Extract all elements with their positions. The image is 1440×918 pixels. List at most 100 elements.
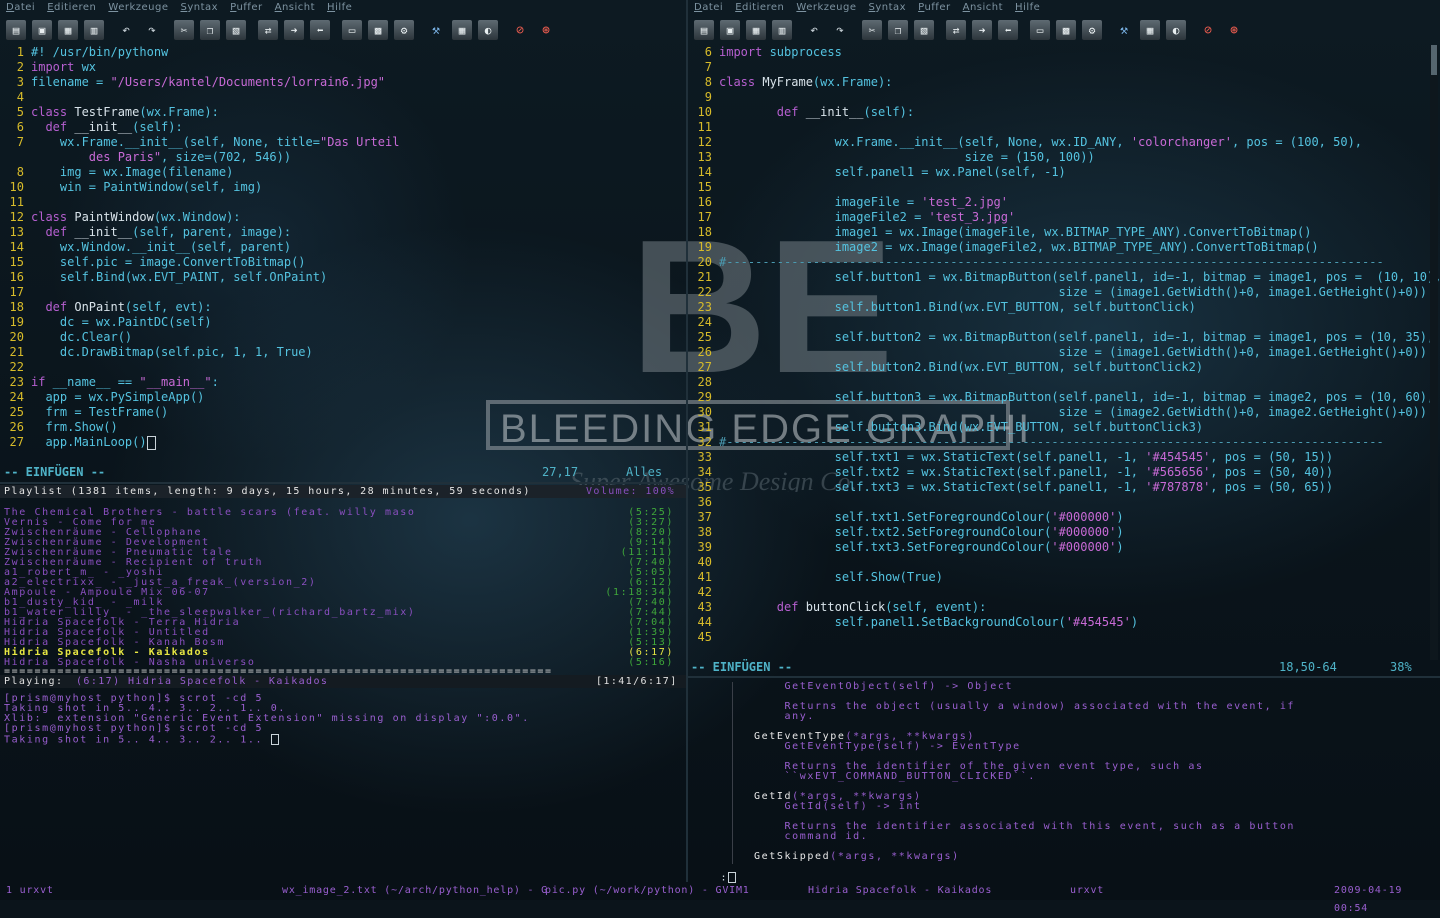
window-title-right[interactable]: urxvt: [1070, 882, 1104, 900]
right-menu-syntax[interactable]: Syntax: [868, 2, 906, 13]
right-save-session-icon[interactable]: ▩: [1056, 20, 1076, 40]
right-code-line: 18 image1 = wx.Image(imageFile, wx.BITMA…: [688, 225, 1428, 240]
right-menu-werkzeuge[interactable]: Werkzeuge: [796, 2, 856, 13]
line-number: 17: [697, 210, 712, 224]
right-scrollbar[interactable]: [1430, 45, 1438, 660]
right-load-session-icon[interactable]: ▭: [1030, 20, 1050, 40]
left-redo-icon[interactable]: ↷: [142, 20, 162, 40]
left-toolbar: ▤ ▣ ▦ ▥ ↶ ↷ ✂ ❐ ▧ ⇄ ➜ ⬅ ▭ ▩ ⚙ ⚒ ▦ ◐ ⊘ ⊛: [6, 17, 562, 43]
left-code-area[interactable]: 1 #! /usr/bin/pythonw 2 import wx 3 filename …: [0, 45, 680, 450]
right-copy-icon[interactable]: ❐: [888, 20, 908, 40]
right-save-icon[interactable]: ▣: [720, 20, 740, 40]
line-number: 15: [697, 180, 712, 194]
line-number: 19: [9, 315, 24, 329]
left-menu-werkzeuge[interactable]: Werkzeuge: [108, 2, 168, 13]
left-menu-puffer[interactable]: Puffer: [230, 2, 263, 13]
right-menu-hilfe[interactable]: Hilfe: [1015, 2, 1040, 13]
right-make-icon[interactable]: ⚒: [1114, 20, 1134, 40]
left-code-line: 12 class PaintWindow(wx.Window):: [0, 210, 680, 225]
left-paste-icon[interactable]: ▧: [226, 20, 246, 40]
left-run-script-icon[interactable]: ⚙: [394, 20, 414, 40]
left-copy-icon[interactable]: ❐: [200, 20, 220, 40]
line-number: 44: [697, 615, 712, 629]
line-number: 3: [16, 75, 24, 89]
left-code-line: 23 if __name__ == "__main__":: [0, 375, 680, 390]
line-number: 20: [9, 330, 24, 344]
line-number: 21: [697, 270, 712, 284]
left-save-icon[interactable]: ▣: [32, 20, 52, 40]
right-forward-icon[interactable]: ➜: [972, 20, 992, 40]
right-ctags-icon[interactable]: ▦: [1140, 20, 1160, 40]
line-number: 28: [697, 375, 712, 389]
help-pager-pane[interactable]: GetEventObject(self) -> Object Returns t…: [688, 678, 1440, 883]
left-load-session-icon[interactable]: ▭: [342, 20, 362, 40]
line-number: 40: [697, 555, 712, 569]
line-number: 18: [9, 300, 24, 314]
right-back-icon[interactable]: ⬅: [998, 20, 1018, 40]
left-back-icon[interactable]: ⬅: [310, 20, 330, 40]
right-menu-editieren[interactable]: Editieren: [735, 2, 784, 13]
left-code-line: 20 dc.Clear(): [0, 330, 680, 345]
line-number: 26: [9, 420, 24, 434]
music-player-pane: Playlist (1381 items, length: 9 days, 15…: [0, 484, 686, 690]
right-redo-icon[interactable]: ↷: [830, 20, 850, 40]
right-code-line: 27 self.button2.Bind(wx.EVT_BUTTON, self…: [688, 360, 1428, 375]
right-cut-icon[interactable]: ✂: [862, 20, 882, 40]
left-menu-ansicht[interactable]: Ansicht: [275, 2, 315, 13]
left-cut-icon[interactable]: ✂: [174, 20, 194, 40]
line-number: 27: [9, 435, 24, 449]
right-save-all-icon[interactable]: ▦: [746, 20, 766, 40]
left-menu-hilfe[interactable]: Hilfe: [327, 2, 352, 13]
right-code-line: 15: [688, 180, 1428, 195]
line-number: 29: [697, 390, 712, 404]
left-save-all-icon[interactable]: ▦: [58, 20, 78, 40]
right-menu-ansicht[interactable]: Ansicht: [963, 2, 1003, 13]
line-number: 24: [697, 315, 712, 329]
workspace-indicator[interactable]: 1 urxvt: [6, 882, 54, 900]
vertical-divider: [686, 0, 688, 882]
right-print-icon[interactable]: ▥: [772, 20, 792, 40]
left-undo-icon[interactable]: ↶: [116, 20, 136, 40]
right-find-help-icon[interactable]: ⊛: [1224, 20, 1244, 40]
left-code-line: 4: [0, 90, 680, 105]
left-menu-syntax[interactable]: Syntax: [180, 2, 218, 13]
right-paste-icon[interactable]: ▧: [914, 20, 934, 40]
window-title-left[interactable]: wx_image_2.txt (~/arch/python_help) - G: [282, 882, 548, 900]
right-code-line: 39 self.txt3.SetForegroundColour('#00000…: [688, 540, 1428, 555]
right-open-icon[interactable]: ▤: [694, 20, 714, 40]
left-shell-icon[interactable]: ◐: [478, 20, 498, 40]
right-toolbar: ▤ ▣ ▦ ▥ ↶ ↷ ✂ ❐ ▧ ⇄ ➜ ⬅ ▭ ▩ ⚙ ⚒ ▦ ◐ ⊘ ⊛: [694, 17, 1250, 43]
left-help-icon[interactable]: ⊘: [510, 20, 530, 40]
right-undo-icon[interactable]: ↶: [804, 20, 824, 40]
left-replace-icon[interactable]: ⇄: [258, 20, 278, 40]
line-number: 16: [9, 270, 24, 284]
left-menu-datei[interactable]: Datei: [6, 2, 35, 13]
terminal-pane[interactable]: [prism@myhost python]$ scrot -cd 5 Taking…: [0, 692, 686, 880]
line-number: 7: [16, 135, 24, 149]
line-number: 11: [9, 195, 24, 209]
right-shell-icon[interactable]: ◐: [1166, 20, 1186, 40]
left-find-help-icon[interactable]: ⊛: [536, 20, 556, 40]
right-code-line: 17 imageFile2 = 'test_3.jpg': [688, 210, 1428, 225]
left-save-session-icon[interactable]: ▩: [368, 20, 388, 40]
playing-track: (6:17) Hidria Spacefolk - Kaikados: [76, 676, 329, 687]
line-number: 6: [16, 120, 24, 134]
right-code-line: 22 size = (image1.GetWidth()+0, image1.G…: [688, 285, 1428, 300]
line-number: 25: [697, 330, 712, 344]
line-number: 22: [697, 285, 712, 299]
left-ctags-icon[interactable]: ▦: [452, 20, 472, 40]
window-title-mid[interactable]: pic.py (~/work/python) - GVIM1: [545, 882, 750, 900]
right-help-icon[interactable]: ⊘: [1198, 20, 1218, 40]
right-run-script-icon[interactable]: ⚙: [1082, 20, 1102, 40]
right-code-area[interactable]: 6 import subprocess 7 8 class MyFrame(wx.Fr…: [688, 45, 1440, 645]
line-number: 26: [697, 345, 712, 359]
left-print-icon[interactable]: ▥: [84, 20, 104, 40]
right-menu-datei[interactable]: Datei: [694, 2, 723, 13]
right-menu-puffer[interactable]: Puffer: [918, 2, 951, 13]
left-make-icon[interactable]: ⚒: [426, 20, 446, 40]
left-forward-icon[interactable]: ➜: [284, 20, 304, 40]
left-menu-editieren[interactable]: Editieren: [47, 2, 96, 13]
left-open-icon[interactable]: ▤: [6, 20, 26, 40]
line-number: 9: [704, 90, 712, 104]
right-replace-icon[interactable]: ⇄: [946, 20, 966, 40]
